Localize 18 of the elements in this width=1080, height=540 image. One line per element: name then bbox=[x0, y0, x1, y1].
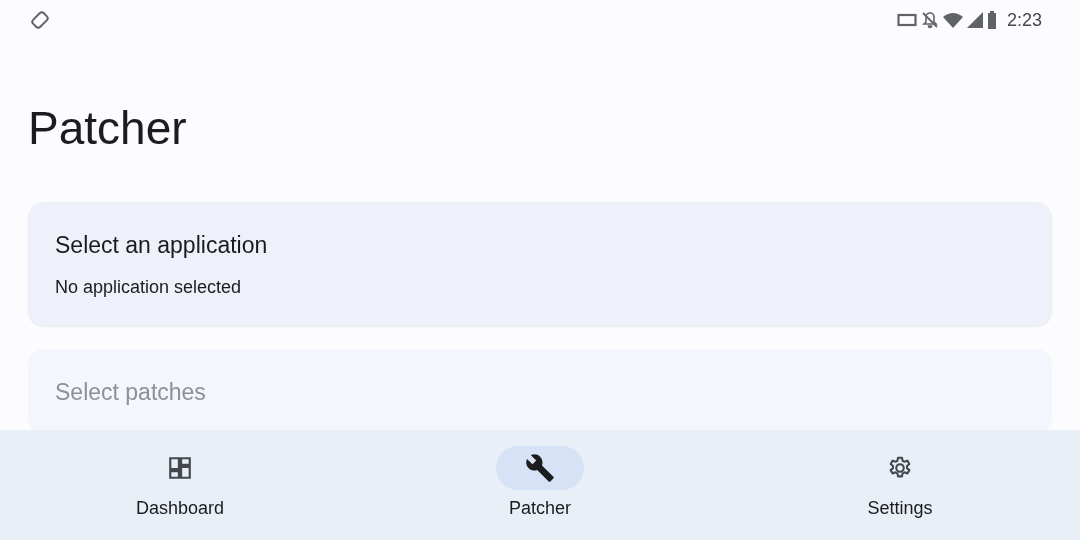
clock-time: 2:23 bbox=[1006, 9, 1042, 31]
nav-label[interactable]: Settings bbox=[867, 498, 933, 519]
card-subtitle: No application selected bbox=[55, 277, 243, 298]
page-title: Patcher bbox=[28, 101, 188, 156]
card-title: Select patches bbox=[55, 379, 207, 406]
dashboard-icon bbox=[167, 455, 193, 481]
selection-card[interactable]: Select an application No application selected bbox=[28, 202, 1052, 326]
wifi-icon bbox=[942, 12, 963, 28]
wrench-icon bbox=[525, 453, 555, 483]
screen-icon bbox=[896, 13, 917, 27]
signal-icon bbox=[966, 12, 983, 28]
battery-icon bbox=[986, 11, 997, 29]
nav-label[interactable]: Dashboard bbox=[135, 498, 225, 519]
nav-tab[interactable] bbox=[496, 446, 584, 490]
nav-label[interactable]: Patcher bbox=[508, 498, 571, 519]
card-title: Select an application bbox=[55, 232, 269, 259]
rotate-icon bbox=[30, 10, 50, 30]
bell-off-icon bbox=[920, 11, 939, 29]
